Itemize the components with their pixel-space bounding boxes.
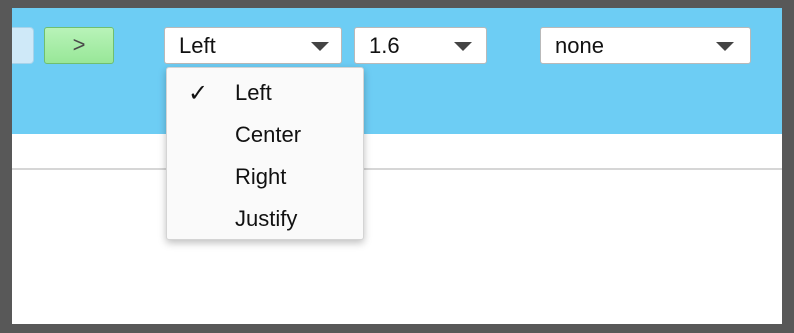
content-divider [12, 168, 782, 170]
menu-item-center[interactable]: Center [167, 114, 363, 156]
toolbar: > Left 1.6 none [12, 8, 782, 134]
chevron-down-icon [311, 42, 329, 51]
menu-item-label: Right [235, 164, 287, 189]
menu-item-justify[interactable]: Justify [167, 198, 363, 240]
line-spacing-dropdown[interactable]: 1.6 [354, 27, 487, 64]
window-frame: > Left 1.6 none ✓ Left Center Right Just… [0, 0, 794, 333]
alignment-dropdown[interactable]: Left [164, 27, 342, 64]
menu-item-right[interactable]: Right [167, 156, 363, 198]
chevron-down-icon [716, 42, 734, 51]
app-area: > Left 1.6 none ✓ Left Center Right Just… [12, 8, 782, 324]
alignment-dropdown-value: Left [179, 33, 216, 58]
next-button[interactable]: > [44, 27, 114, 64]
menu-item-left[interactable]: ✓ Left [167, 72, 363, 114]
previous-button[interactable] [12, 27, 34, 64]
alignment-menu: ✓ Left Center Right Justify [166, 67, 364, 240]
style-dropdown-value: none [555, 33, 604, 58]
line-spacing-dropdown-value: 1.6 [369, 33, 400, 58]
menu-item-label: Center [235, 122, 302, 147]
chevron-down-icon [454, 42, 472, 51]
menu-item-label: Left [235, 80, 272, 105]
style-dropdown[interactable]: none [540, 27, 751, 64]
checkmark-icon: ✓ [187, 79, 209, 107]
menu-item-label: Justify [235, 206, 298, 231]
